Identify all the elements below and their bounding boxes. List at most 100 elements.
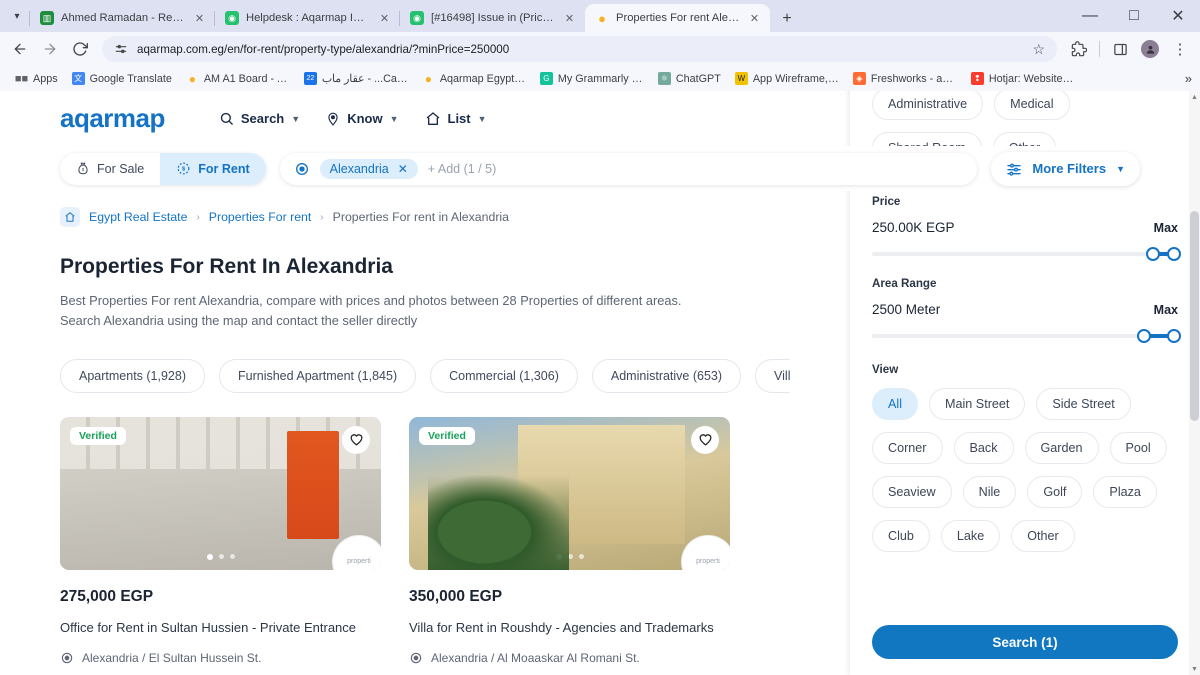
view-chip-pool[interactable]: Pool xyxy=(1109,432,1167,464)
view-chip-seaview[interactable]: Seaview xyxy=(872,476,952,508)
more-filters-button[interactable]: More Filters ▼ xyxy=(991,151,1140,186)
bookmark-item[interactable]: 22 عقار ماب - ...Calendar xyxy=(297,70,415,87)
view-chip-nile[interactable]: Nile xyxy=(962,476,1017,508)
price-slider[interactable] xyxy=(872,243,1182,265)
breadcrumb-item[interactable]: Properties For rent xyxy=(209,210,312,224)
aqarmap-pin-icon: ● xyxy=(188,71,196,86)
remove-location-icon[interactable]: ✕ xyxy=(398,162,408,176)
add-location-button[interactable]: + Add (1 / 5) xyxy=(428,162,496,176)
scrollbar-thumb[interactable] xyxy=(1190,211,1199,421)
property-card[interactable]: Verified properti 350,000 EGP Villa for … xyxy=(409,416,730,675)
bookmark-item[interactable]: ◈ Freshworks - aqarm... xyxy=(846,70,964,87)
browser-tab[interactable]: ◉ [#16498] Issue in (Price Range) ✕ xyxy=(399,4,585,32)
view-row-3: Seaview Nile Golf Plaza xyxy=(872,476,1178,508)
svg-text:$: $ xyxy=(82,167,85,172)
minimize-button[interactable]: — xyxy=(1068,0,1112,32)
filter-chip-administrative[interactable]: Administrative xyxy=(872,91,984,120)
image-carousel-dots[interactable] xyxy=(555,553,584,560)
view-chip-garden[interactable]: Garden xyxy=(1024,432,1099,464)
view-chip-back[interactable]: Back xyxy=(953,432,1014,464)
location-chip-alexandria[interactable]: Alexandria ✕ xyxy=(319,158,418,179)
forward-icon[interactable] xyxy=(36,35,64,63)
freshworks-icon: ◉ xyxy=(410,11,424,25)
avatar[interactable] xyxy=(1136,35,1164,63)
slider-knob-min[interactable] xyxy=(1145,247,1160,261)
bookmark-item[interactable]: W App Wireframe, Vis... xyxy=(728,70,846,87)
home-icon[interactable] xyxy=(60,207,80,227)
property-card[interactable]: Verified properti 275,000 EGP Office for… xyxy=(60,416,381,675)
toolbar-divider xyxy=(1099,41,1100,57)
nav-item-list[interactable]: List ▼ xyxy=(425,111,487,127)
browser-tab[interactable]: ◉ Helpdesk : Aqarmap Internal ✕ xyxy=(214,4,400,32)
for-sale-tab[interactable]: $ For Sale xyxy=(60,153,160,185)
slider-knob-max[interactable] xyxy=(1167,247,1182,261)
view-chip-all[interactable]: All xyxy=(872,388,918,420)
nav-item-search[interactable]: Search ▼ xyxy=(219,111,300,126)
back-icon[interactable] xyxy=(6,35,34,63)
type-chip-apartments[interactable]: Apartments (1,928) xyxy=(60,358,205,393)
filter-chip-medical[interactable]: Medical xyxy=(994,91,1070,120)
slider-knob-max[interactable] xyxy=(1167,329,1182,343)
view-chip-plaza[interactable]: Plaza xyxy=(1093,476,1157,508)
close-icon[interactable]: ✕ xyxy=(192,11,207,26)
close-icon[interactable]: ✕ xyxy=(377,11,392,26)
favorite-heart-icon[interactable] xyxy=(342,425,370,454)
tab-search-button[interactable]: ▾ xyxy=(4,0,30,32)
favorite-heart-icon[interactable] xyxy=(691,425,719,454)
type-chip-furnished-apartment[interactable]: Furnished Apartment (1,845) xyxy=(219,358,417,393)
browser-menu-icon[interactable]: ⋮ xyxy=(1166,35,1194,63)
bookmark-item[interactable]: ● Aqarmap Egypt • Bu... xyxy=(415,70,533,87)
view-chip-corner[interactable]: Corner xyxy=(872,432,943,464)
scroll-up-icon[interactable]: ▲ xyxy=(1189,91,1200,103)
breadcrumb-item[interactable]: Egypt Real Estate xyxy=(89,210,187,224)
search-button[interactable]: Search (1) xyxy=(872,625,1178,659)
freshworks-icon: ◈ xyxy=(852,72,866,85)
property-location-label: Alexandria / El Sultan Hussein St. xyxy=(82,650,262,665)
bookmark-item[interactable]: ● AM A1 Board - Agil... xyxy=(179,70,297,87)
image-carousel-dots[interactable] xyxy=(206,553,235,560)
property-title[interactable]: Villa for Rent in Roushdy - Agencies and… xyxy=(409,620,730,635)
address-bar[interactable]: aqarmap.com.eg/en/for-rent/property-type… xyxy=(102,36,1057,62)
page-scrollbar[interactable]: ▲ ▼ xyxy=(1189,91,1200,675)
bookmark-item[interactable]: G My Grammarly - Gr... xyxy=(533,70,651,87)
bookmarks-overflow-icon[interactable]: » xyxy=(1185,71,1192,86)
bookmark-item[interactable]: ❢ Hotjar: Website Hea... xyxy=(964,70,1082,87)
bookmark-star-icon[interactable]: ☆ xyxy=(1032,41,1045,58)
side-panel-icon[interactable] xyxy=(1106,35,1134,63)
view-chip-side-street[interactable]: Side Street xyxy=(1036,388,1131,420)
property-title[interactable]: Office for Rent in Sultan Hussien - Priv… xyxy=(60,620,381,635)
extensions-icon[interactable] xyxy=(1065,35,1093,63)
bookmark-item[interactable]: ⚛ ChatGPT xyxy=(651,70,728,87)
type-chip-administrative[interactable]: Administrative (653) xyxy=(591,358,742,393)
browser-tab[interactable]: ▥ Ahmed Ramadan - Responsibil ✕ xyxy=(29,4,215,32)
property-image[interactable]: Verified properti xyxy=(409,416,730,570)
for-rent-tab[interactable]: $ For Rent xyxy=(160,152,266,185)
nav-item-know[interactable]: Know ▼ xyxy=(326,111,399,127)
close-icon[interactable]: ✕ xyxy=(747,11,762,26)
search-filter-bar: $ For Sale $ For Rent Alexandria ✕ + Add… xyxy=(0,146,1200,191)
view-chip-club[interactable]: Club xyxy=(872,520,930,552)
type-chip-villas[interactable]: Villas (131) xyxy=(755,358,790,393)
site-settings-icon[interactable] xyxy=(114,42,128,56)
view-chip-lake[interactable]: Lake xyxy=(940,520,1001,552)
view-chip-main-street[interactable]: Main Street xyxy=(929,388,1026,420)
aqarmap-logo[interactable]: aqarmap xyxy=(60,103,165,134)
scroll-down-icon[interactable]: ▼ xyxy=(1189,663,1200,675)
close-icon[interactable]: ✕ xyxy=(562,11,577,26)
area-min-value: 2500 Meter xyxy=(872,302,941,317)
view-chip-golf[interactable]: Golf xyxy=(1027,476,1083,508)
close-window-button[interactable]: ✕ xyxy=(1156,0,1200,32)
view-chip-other[interactable]: Other xyxy=(1011,520,1075,552)
reload-icon[interactable] xyxy=(66,35,94,63)
translate-icon: 文 xyxy=(71,72,85,85)
area-slider[interactable] xyxy=(872,325,1182,347)
type-chip-commercial[interactable]: Commercial (1,306) xyxy=(430,358,578,393)
bookmark-item[interactable]: 文 Google Translate xyxy=(65,70,179,87)
bookmark-item[interactable]: ■■ Apps xyxy=(8,70,65,87)
slider-knob-min[interactable] xyxy=(1136,329,1151,343)
location-input[interactable]: Alexandria ✕ + Add (1 / 5) xyxy=(279,152,978,185)
new-tab-button[interactable]: + xyxy=(774,6,800,32)
property-image[interactable]: Verified properti xyxy=(60,416,381,570)
maximize-button[interactable]: □ xyxy=(1112,0,1156,32)
browser-tab-active[interactable]: ● Properties For rent Alexandria - ✕ xyxy=(585,4,770,32)
